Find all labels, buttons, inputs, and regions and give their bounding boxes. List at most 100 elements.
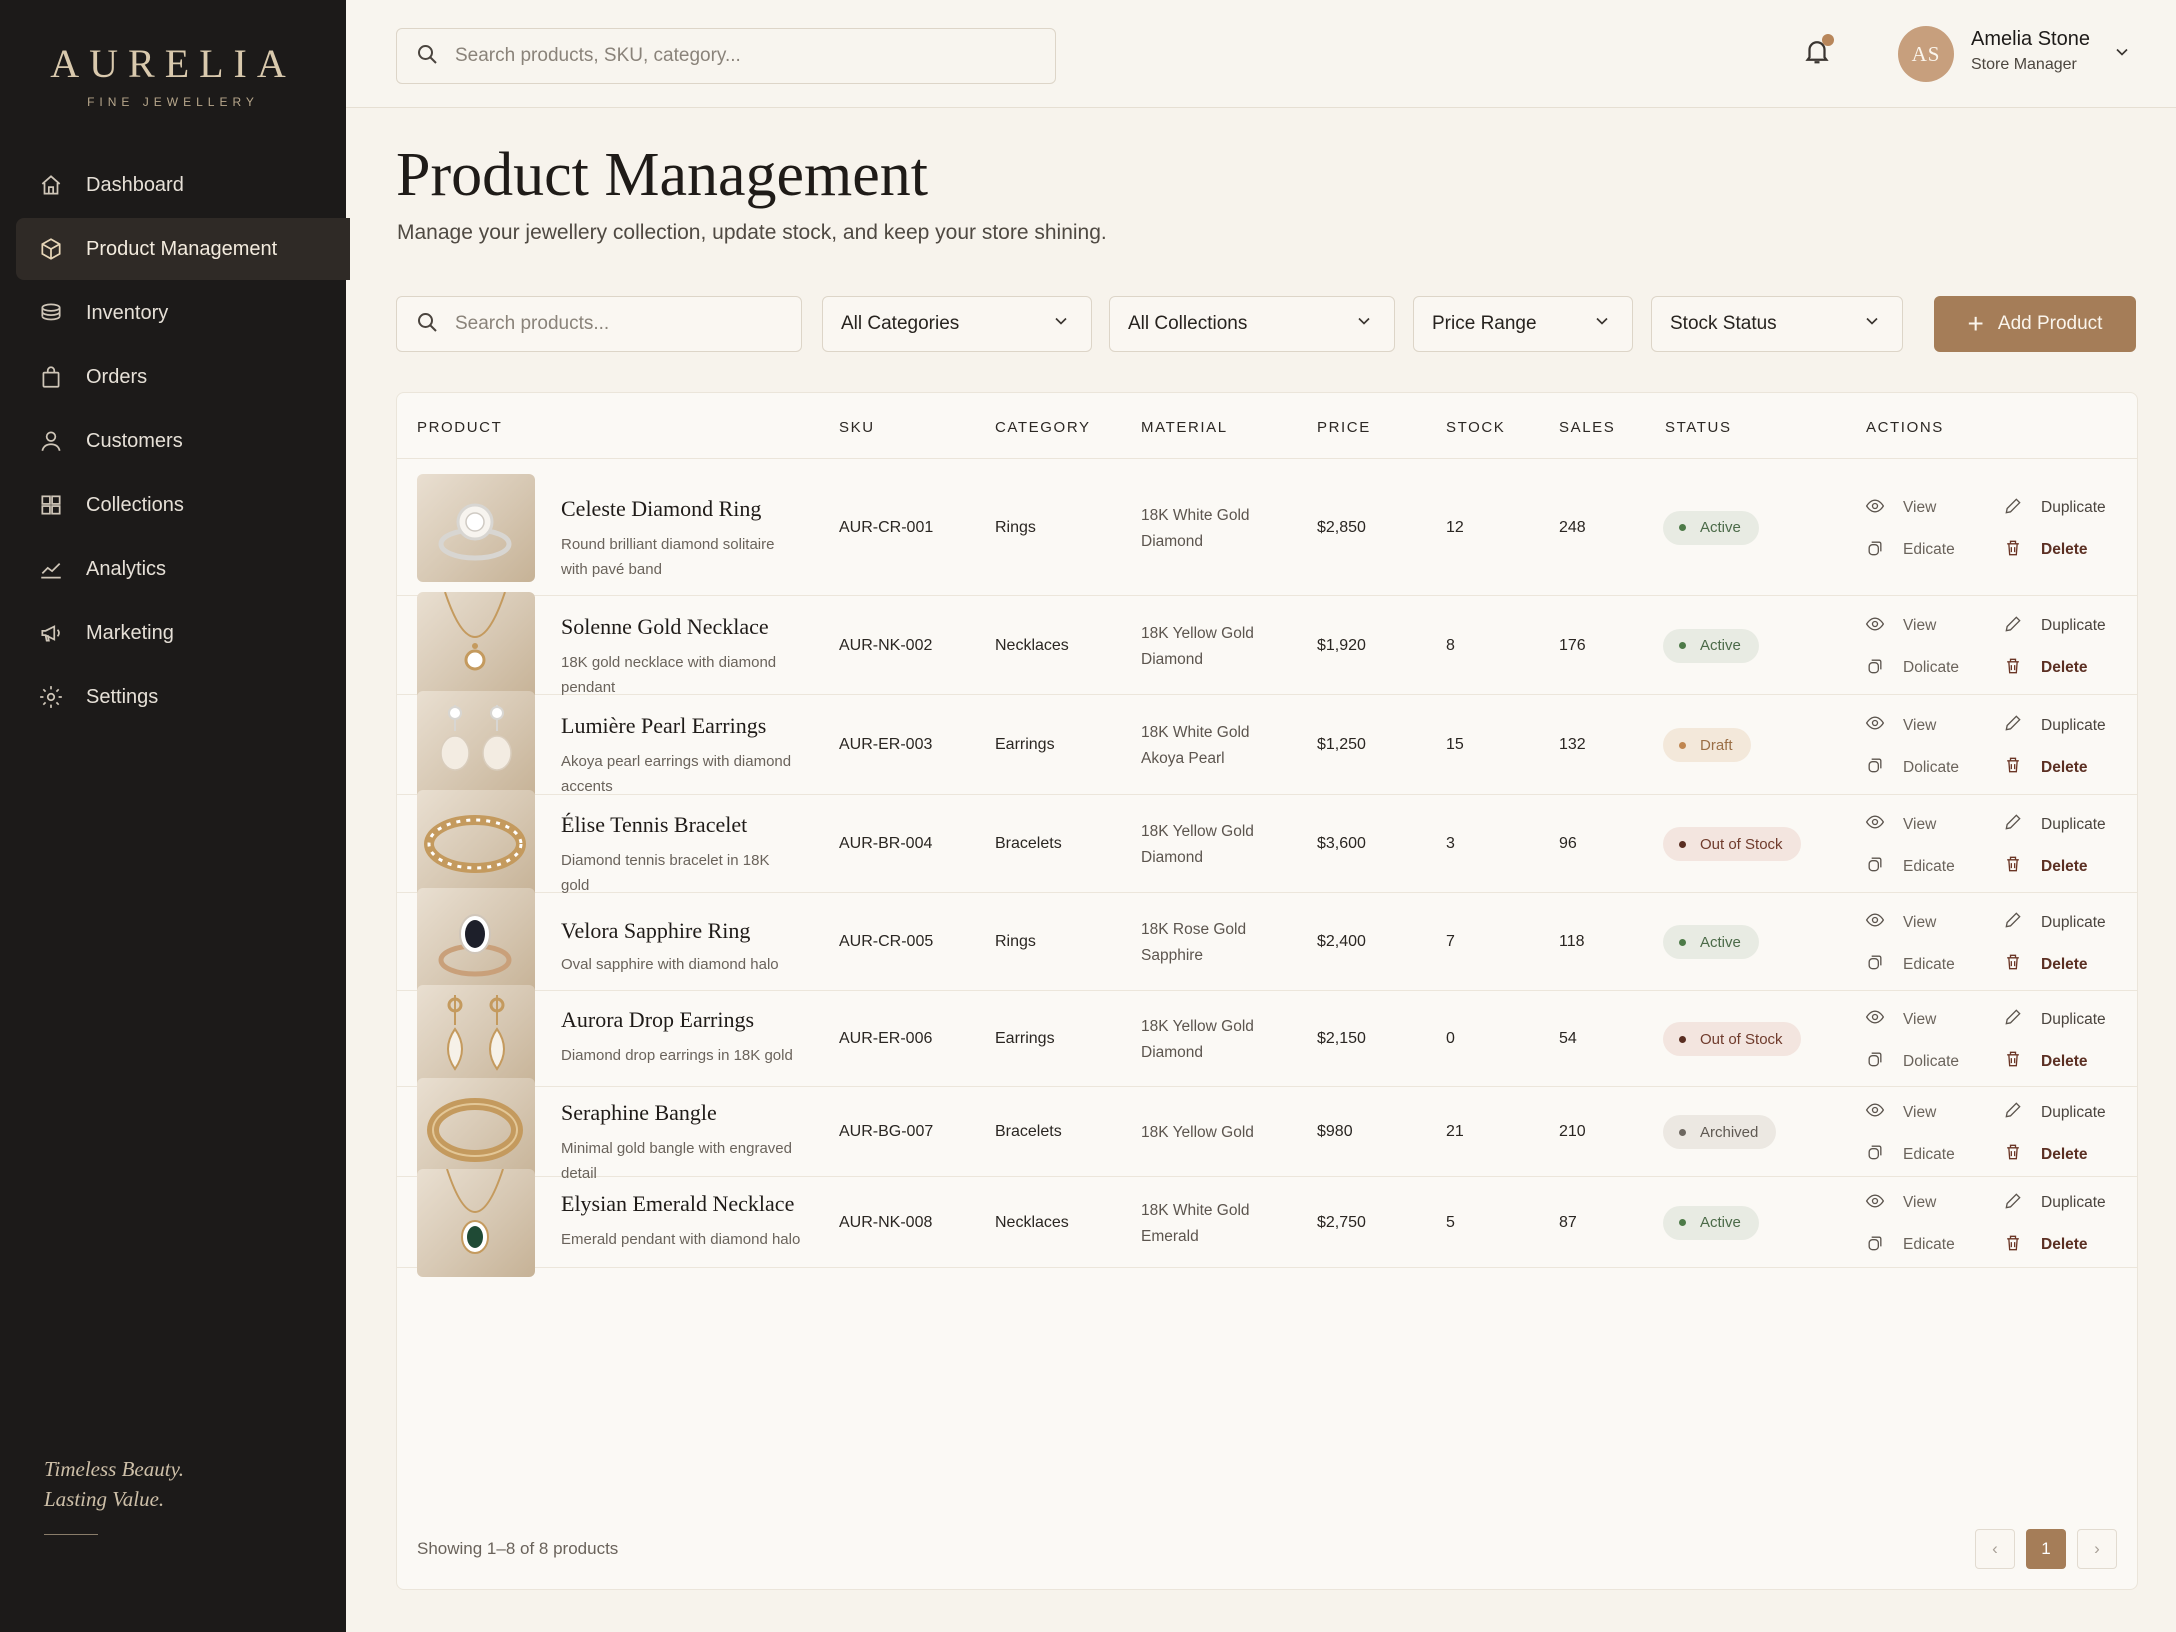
trash-icon bbox=[2003, 952, 2041, 977]
sidebar-item-customers[interactable]: Customers bbox=[16, 410, 350, 472]
delete-label: Delete bbox=[2041, 857, 2088, 875]
user-menu-chevron-down-icon[interactable] bbox=[2112, 42, 2134, 64]
col-product[interactable]: PRODUCT bbox=[417, 419, 502, 436]
product-name[interactable]: Solenne Gold Necklace bbox=[561, 614, 769, 640]
global-search[interactable] bbox=[396, 28, 1056, 84]
brand-logo[interactable]: AURELIA FINE JEWELLERY bbox=[0, 40, 346, 109]
product-name[interactable]: Velora Sapphire Ring bbox=[561, 918, 750, 944]
price-range-select[interactable]: Price Range bbox=[1413, 296, 1633, 352]
edit-button[interactable]: Edicate bbox=[1865, 1233, 1955, 1258]
sidebar-item-dashboard[interactable]: Dashboard bbox=[16, 154, 350, 216]
avatar[interactable]: AS bbox=[1898, 26, 1954, 82]
table-row[interactable]: Lumière Pearl Earrings Akoya pearl earrin… bbox=[397, 691, 2137, 799]
product-thumbnail[interactable] bbox=[417, 473, 535, 582]
delete-button[interactable]: Delete bbox=[2003, 656, 2088, 681]
table-row[interactable]: Elysian Emerald Necklace Emerald pendant … bbox=[397, 1168, 2137, 1277]
sidebar-item-inventory[interactable]: Inventory bbox=[16, 282, 350, 344]
sidebar-item-analytics[interactable]: Analytics bbox=[16, 538, 350, 600]
view-button[interactable]: View bbox=[1865, 496, 1936, 521]
delete-label: Delete bbox=[2041, 1052, 2088, 1070]
delete-button[interactable]: Delete bbox=[2003, 1233, 2088, 1258]
product-name[interactable]: Élise Tennis Bracelet bbox=[561, 812, 747, 838]
delete-button[interactable]: Delete bbox=[2003, 1142, 2088, 1167]
duplicate-button[interactable]: Duplicate bbox=[2003, 1100, 2106, 1125]
col-stock[interactable]: STOCK bbox=[1446, 419, 1505, 436]
view-button[interactable]: View bbox=[1865, 713, 1936, 738]
view-button[interactable]: View bbox=[1865, 1191, 1936, 1216]
product-search-input[interactable] bbox=[455, 313, 785, 335]
view-button[interactable]: View bbox=[1865, 614, 1936, 639]
col-status[interactable]: STATUS bbox=[1665, 419, 1732, 436]
edit-button[interactable]: Edicate bbox=[1865, 538, 1955, 563]
sidebar-item-settings[interactable]: Settings bbox=[16, 666, 350, 728]
delete-button[interactable]: Delete bbox=[2003, 1049, 2088, 1074]
duplicate-button[interactable]: Duplicate bbox=[2003, 1191, 2106, 1216]
sidebar-item-product-management[interactable]: Product Management bbox=[16, 218, 350, 280]
pencil-icon bbox=[2003, 812, 2041, 837]
product-name[interactable]: Seraphine Bangle bbox=[561, 1100, 717, 1126]
collection-select[interactable]: All Collections bbox=[1109, 296, 1395, 352]
table-row[interactable]: Solenne Gold Necklace 18K gold necklace w… bbox=[397, 591, 2137, 700]
pagination-page-1[interactable]: 1 bbox=[2026, 1529, 2066, 1569]
product-name[interactable]: Celeste Diamond Ring bbox=[561, 496, 761, 522]
category-select[interactable]: All Categories bbox=[822, 296, 1092, 352]
duplicate-button[interactable]: Duplicate bbox=[2003, 910, 2106, 935]
product-thumbnail[interactable] bbox=[417, 888, 535, 996]
product-thumbnail[interactable] bbox=[417, 591, 535, 700]
table-row[interactable]: Seraphine Bangle Minimal gold bangle with… bbox=[397, 1078, 2137, 1186]
collection-select-value: All Collections bbox=[1128, 313, 1248, 334]
view-button[interactable]: View bbox=[1865, 1100, 1936, 1125]
edit-button[interactable]: Dolicate bbox=[1865, 656, 1959, 681]
pagination-prev-button[interactable]: ‹ bbox=[1975, 1529, 2015, 1569]
delete-button[interactable]: Delete bbox=[2003, 755, 2088, 780]
duplicate-button[interactable]: Duplicate bbox=[2003, 713, 2106, 738]
product-description: 18K gold necklace with diamond pendant bbox=[561, 653, 777, 696]
delete-button[interactable]: Delete bbox=[2003, 538, 2088, 563]
view-button[interactable]: View bbox=[1865, 812, 1936, 837]
notifications-button[interactable] bbox=[1802, 34, 1834, 68]
pagination-next-button[interactable]: › bbox=[2077, 1529, 2117, 1569]
col-material[interactable]: MATERIAL bbox=[1141, 419, 1228, 436]
col-sku[interactable]: SKU bbox=[839, 419, 875, 436]
duplicate-button[interactable]: Duplicate bbox=[2003, 1007, 2106, 1032]
product-stock: 3 bbox=[1446, 835, 1455, 852]
table-row[interactable]: Aurora Drop Earrings Diamond drop earring… bbox=[397, 985, 2137, 1093]
duplicate-button[interactable]: Duplicate bbox=[2003, 614, 2106, 639]
edit-button[interactable]: Dolicate bbox=[1865, 1049, 1959, 1074]
col-sales[interactable]: SALES bbox=[1559, 419, 1615, 436]
product-name[interactable]: Aurora Drop Earrings bbox=[561, 1007, 754, 1033]
tagline-divider bbox=[44, 1534, 98, 1535]
product-sales: 248 bbox=[1559, 518, 1586, 536]
edit-button[interactable]: Edicate bbox=[1865, 1142, 1955, 1167]
view-button[interactable]: View bbox=[1865, 1007, 1936, 1032]
delete-button[interactable]: Delete bbox=[2003, 952, 2088, 977]
product-name[interactable]: Elysian Emerald Necklace bbox=[561, 1191, 794, 1217]
global-search-input[interactable] bbox=[455, 45, 1015, 67]
delete-label: Delete bbox=[2041, 1236, 2088, 1253]
sidebar-item-orders[interactable]: Orders bbox=[16, 346, 350, 408]
sidebar-item-collections[interactable]: Collections bbox=[16, 474, 350, 536]
product-thumbnail[interactable] bbox=[417, 790, 535, 898]
col-price[interactable]: PRICE bbox=[1317, 419, 1371, 436]
view-button[interactable]: View bbox=[1865, 910, 1936, 935]
product-search[interactable] bbox=[396, 296, 802, 352]
table-row[interactable]: Velora Sapphire Ring Oval sapphire with d… bbox=[397, 888, 2137, 996]
product-price: $3,600 bbox=[1317, 835, 1366, 852]
product-thumbnail[interactable] bbox=[417, 691, 535, 799]
product-name[interactable]: Lumière Pearl Earrings bbox=[561, 713, 766, 739]
product-thumbnail[interactable] bbox=[417, 985, 535, 1093]
duplicate-button[interactable]: Duplicate bbox=[2003, 812, 2106, 837]
delete-button[interactable]: Delete bbox=[2003, 854, 2088, 879]
stock-status-select[interactable]: Stock Status bbox=[1651, 296, 1903, 352]
col-category[interactable]: CATEGORY bbox=[995, 419, 1091, 436]
table-row[interactable]: Celeste Diamond Ring Round brilliant diam… bbox=[397, 459, 2137, 596]
edit-button[interactable]: Dolicate bbox=[1865, 755, 1959, 780]
table-row[interactable]: Élise Tennis Bracelet Diamond tennis brac… bbox=[397, 790, 2137, 898]
product-thumbnail[interactable] bbox=[417, 1168, 535, 1277]
duplicate-button[interactable]: Duplicate bbox=[2003, 496, 2106, 521]
sidebar-item-marketing[interactable]: Marketing bbox=[16, 602, 350, 664]
edit-button[interactable]: Edicate bbox=[1865, 952, 1955, 977]
add-product-button[interactable]: + Add Product bbox=[1934, 296, 2136, 352]
edit-button[interactable]: Edicate bbox=[1865, 854, 1955, 879]
tagline-line-1: Timeless Beauty. bbox=[44, 1457, 184, 1481]
